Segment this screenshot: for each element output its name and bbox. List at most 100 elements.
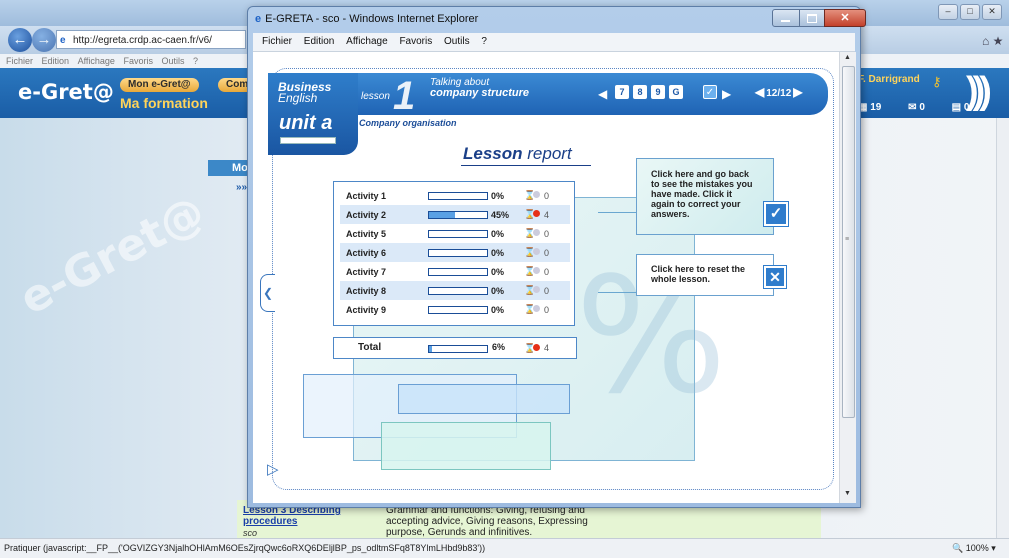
calendar-count[interactable]: ▦ 19: [858, 102, 893, 113]
corner-nav-icon[interactable]: ▷: [267, 460, 285, 478]
activity-name: Activity 5: [346, 229, 387, 239]
activity-error-dot-icon: [533, 229, 540, 236]
decor-rect: [398, 384, 570, 414]
back-button[interactable]: ←: [8, 28, 32, 52]
tab-mon-egreta[interactable]: Mon e-Gret@: [120, 78, 199, 92]
popup-title: e E-GRETA - sco - Windows Internet Explor…: [255, 13, 479, 25]
nav-item-9[interactable]: 9: [651, 85, 665, 99]
nav-report-check-icon[interactable]: ✓: [703, 85, 717, 99]
popup-maximize-button[interactable]: [799, 9, 825, 27]
activity-row: Activity 6 0% ⌛ 0: [340, 243, 570, 262]
popup-menu-outils[interactable]: Outils: [444, 36, 470, 47]
forward-button[interactable]: →: [32, 28, 56, 52]
activity-percent: 0%: [491, 191, 505, 201]
nav-prev-button[interactable]: ◀: [598, 87, 607, 101]
activity-name: Activity 7: [346, 267, 387, 277]
report-title: Lesson report: [463, 144, 572, 163]
status-text: Pratiquer (javascript:__FP__('OGVIZGY3Nj…: [4, 543, 486, 553]
activity-table: Activity 1 0% ⌛ 0 Activity 2 45% ⌛ 4 Activity 50…: [333, 181, 575, 326]
address-text: http://egreta.crdp.ac-caen.fr/v6/: [73, 35, 212, 46]
course-title: Business English: [278, 80, 332, 105]
lesson-subtopic: Company organisation: [359, 118, 457, 128]
popup-minimize-button[interactable]: [772, 9, 800, 27]
scroll-grip-icon: ≡: [845, 236, 850, 243]
ie-page-icon: e: [60, 35, 66, 46]
favorites-star-icon[interactable]: ⌂ ★: [982, 34, 1003, 48]
activity-row: Activity 8 0% ⌛ 0: [340, 281, 570, 300]
total-progress-fill: [429, 346, 433, 352]
activity-name: Activity 6: [346, 248, 387, 258]
popup-menu-affichage[interactable]: Affichage: [346, 36, 388, 47]
activity-error-count: 0: [544, 229, 550, 239]
total-row: Total 6% ⌛ 4: [333, 337, 577, 359]
activity-percent: 0%: [491, 305, 505, 315]
menu-fichier[interactable]: Fichier: [6, 56, 33, 66]
site-logo[interactable]: e-Gret@: [18, 80, 114, 104]
activity-progress-bar: [428, 230, 488, 238]
previous-page-tab[interactable]: ❮: [260, 274, 275, 312]
activity-progress-bar: [428, 249, 488, 257]
page-prev-icon: ◀: [755, 85, 765, 99]
activity-name: Activity 9: [346, 305, 387, 315]
user-name[interactable]: F. Darrigrand: [858, 74, 920, 85]
lesson-description: Grammar and functions: Giving, refusing …: [386, 505, 588, 538]
reset-lesson-panel: Click here to reset the whole lesson. ✕: [636, 254, 786, 296]
module-tab[interactable]: Mo: [208, 160, 250, 176]
bg-minimize-button[interactable]: –: [938, 4, 958, 20]
activity-error-count: 0: [544, 248, 550, 258]
review-check-button[interactable]: ✓: [764, 202, 788, 226]
activity-row: Activity 2 45% ⌛ 4: [340, 205, 570, 224]
popup-scrollbar[interactable]: ▲ ≡ ▼: [839, 52, 856, 503]
page-scrollbar[interactable]: [996, 118, 1009, 538]
brand-arcs-icon: ))): [966, 70, 992, 112]
popup-menu-favoris[interactable]: Favoris: [399, 36, 432, 47]
popup-menu-fichier[interactable]: Fichier: [262, 36, 292, 47]
page-indicator[interactable]: ◀ 12/12 ▶: [755, 85, 805, 99]
mail-count[interactable]: ✉ 0: [908, 102, 937, 113]
activity-name: Activity 1: [346, 191, 387, 201]
decor-rect: [381, 422, 551, 470]
address-bar[interactable]: e http://egreta.crdp.ac-caen.fr/v6/: [56, 30, 246, 49]
activity-error-dot-icon: [533, 248, 540, 255]
popup-menu-edition[interactable]: Edition: [304, 36, 335, 47]
menu-help[interactable]: ?: [193, 56, 198, 66]
status-bar: Pratiquer (javascript:__FP__('OGVIZGY3Nj…: [0, 538, 1009, 558]
review-instructions: Click here and go back to see the mistak…: [651, 169, 753, 219]
nav-next-button[interactable]: ▶: [722, 87, 731, 101]
popup-menu-help[interactable]: ?: [481, 36, 487, 47]
activity-row: Activity 5 0% ⌛ 0: [340, 224, 570, 243]
menu-outils[interactable]: Outils: [162, 56, 185, 66]
menu-edition[interactable]: Edition: [42, 56, 70, 66]
nav-item-g[interactable]: G: [669, 85, 683, 99]
total-progress-bar: [428, 345, 488, 353]
expand-arrows-icon[interactable]: »»: [236, 182, 247, 193]
zoom-level[interactable]: 🔍 100% ▾: [952, 539, 996, 557]
lesson-3-link[interactable]: Lesson 3 Describing procedures: [243, 505, 363, 527]
menu-favoris[interactable]: Favoris: [123, 56, 153, 66]
activity-error-dot-icon: [533, 267, 540, 274]
scroll-up-icon[interactable]: ▲: [844, 54, 851, 61]
activity-progress-bar: [428, 287, 488, 295]
reset-x-button[interactable]: ✕: [764, 266, 786, 288]
lesson-number: 1: [393, 74, 416, 118]
section-title: Ma formation: [120, 95, 208, 111]
activity-error-count: 0: [544, 286, 550, 296]
nav-item-8[interactable]: 8: [633, 85, 647, 99]
menu-affichage[interactable]: Affichage: [78, 56, 115, 66]
bg-maximize-button[interactable]: □: [960, 4, 980, 20]
activity-percent: 45%: [491, 210, 510, 220]
total-error-dot-icon: [533, 344, 540, 351]
unit-progress-bar: [280, 137, 336, 144]
popup-close-button[interactable]: ✕: [824, 9, 866, 27]
activity-progress-bar: [428, 306, 488, 314]
reset-instructions: Click here to reset the whole lesson.: [651, 264, 746, 284]
activity-error-dot-icon: [533, 286, 540, 293]
activity-name: Activity 8: [346, 286, 387, 296]
activity-percent: 0%: [491, 248, 505, 258]
activity-percent: 0%: [491, 286, 505, 296]
nav-item-7[interactable]: 7: [615, 85, 629, 99]
scroll-down-icon[interactable]: ▼: [844, 490, 851, 497]
key-icon[interactable]: ⚷: [932, 74, 942, 90]
page-next-icon: ▶: [793, 85, 803, 99]
bg-close-button[interactable]: ✕: [982, 4, 1002, 20]
